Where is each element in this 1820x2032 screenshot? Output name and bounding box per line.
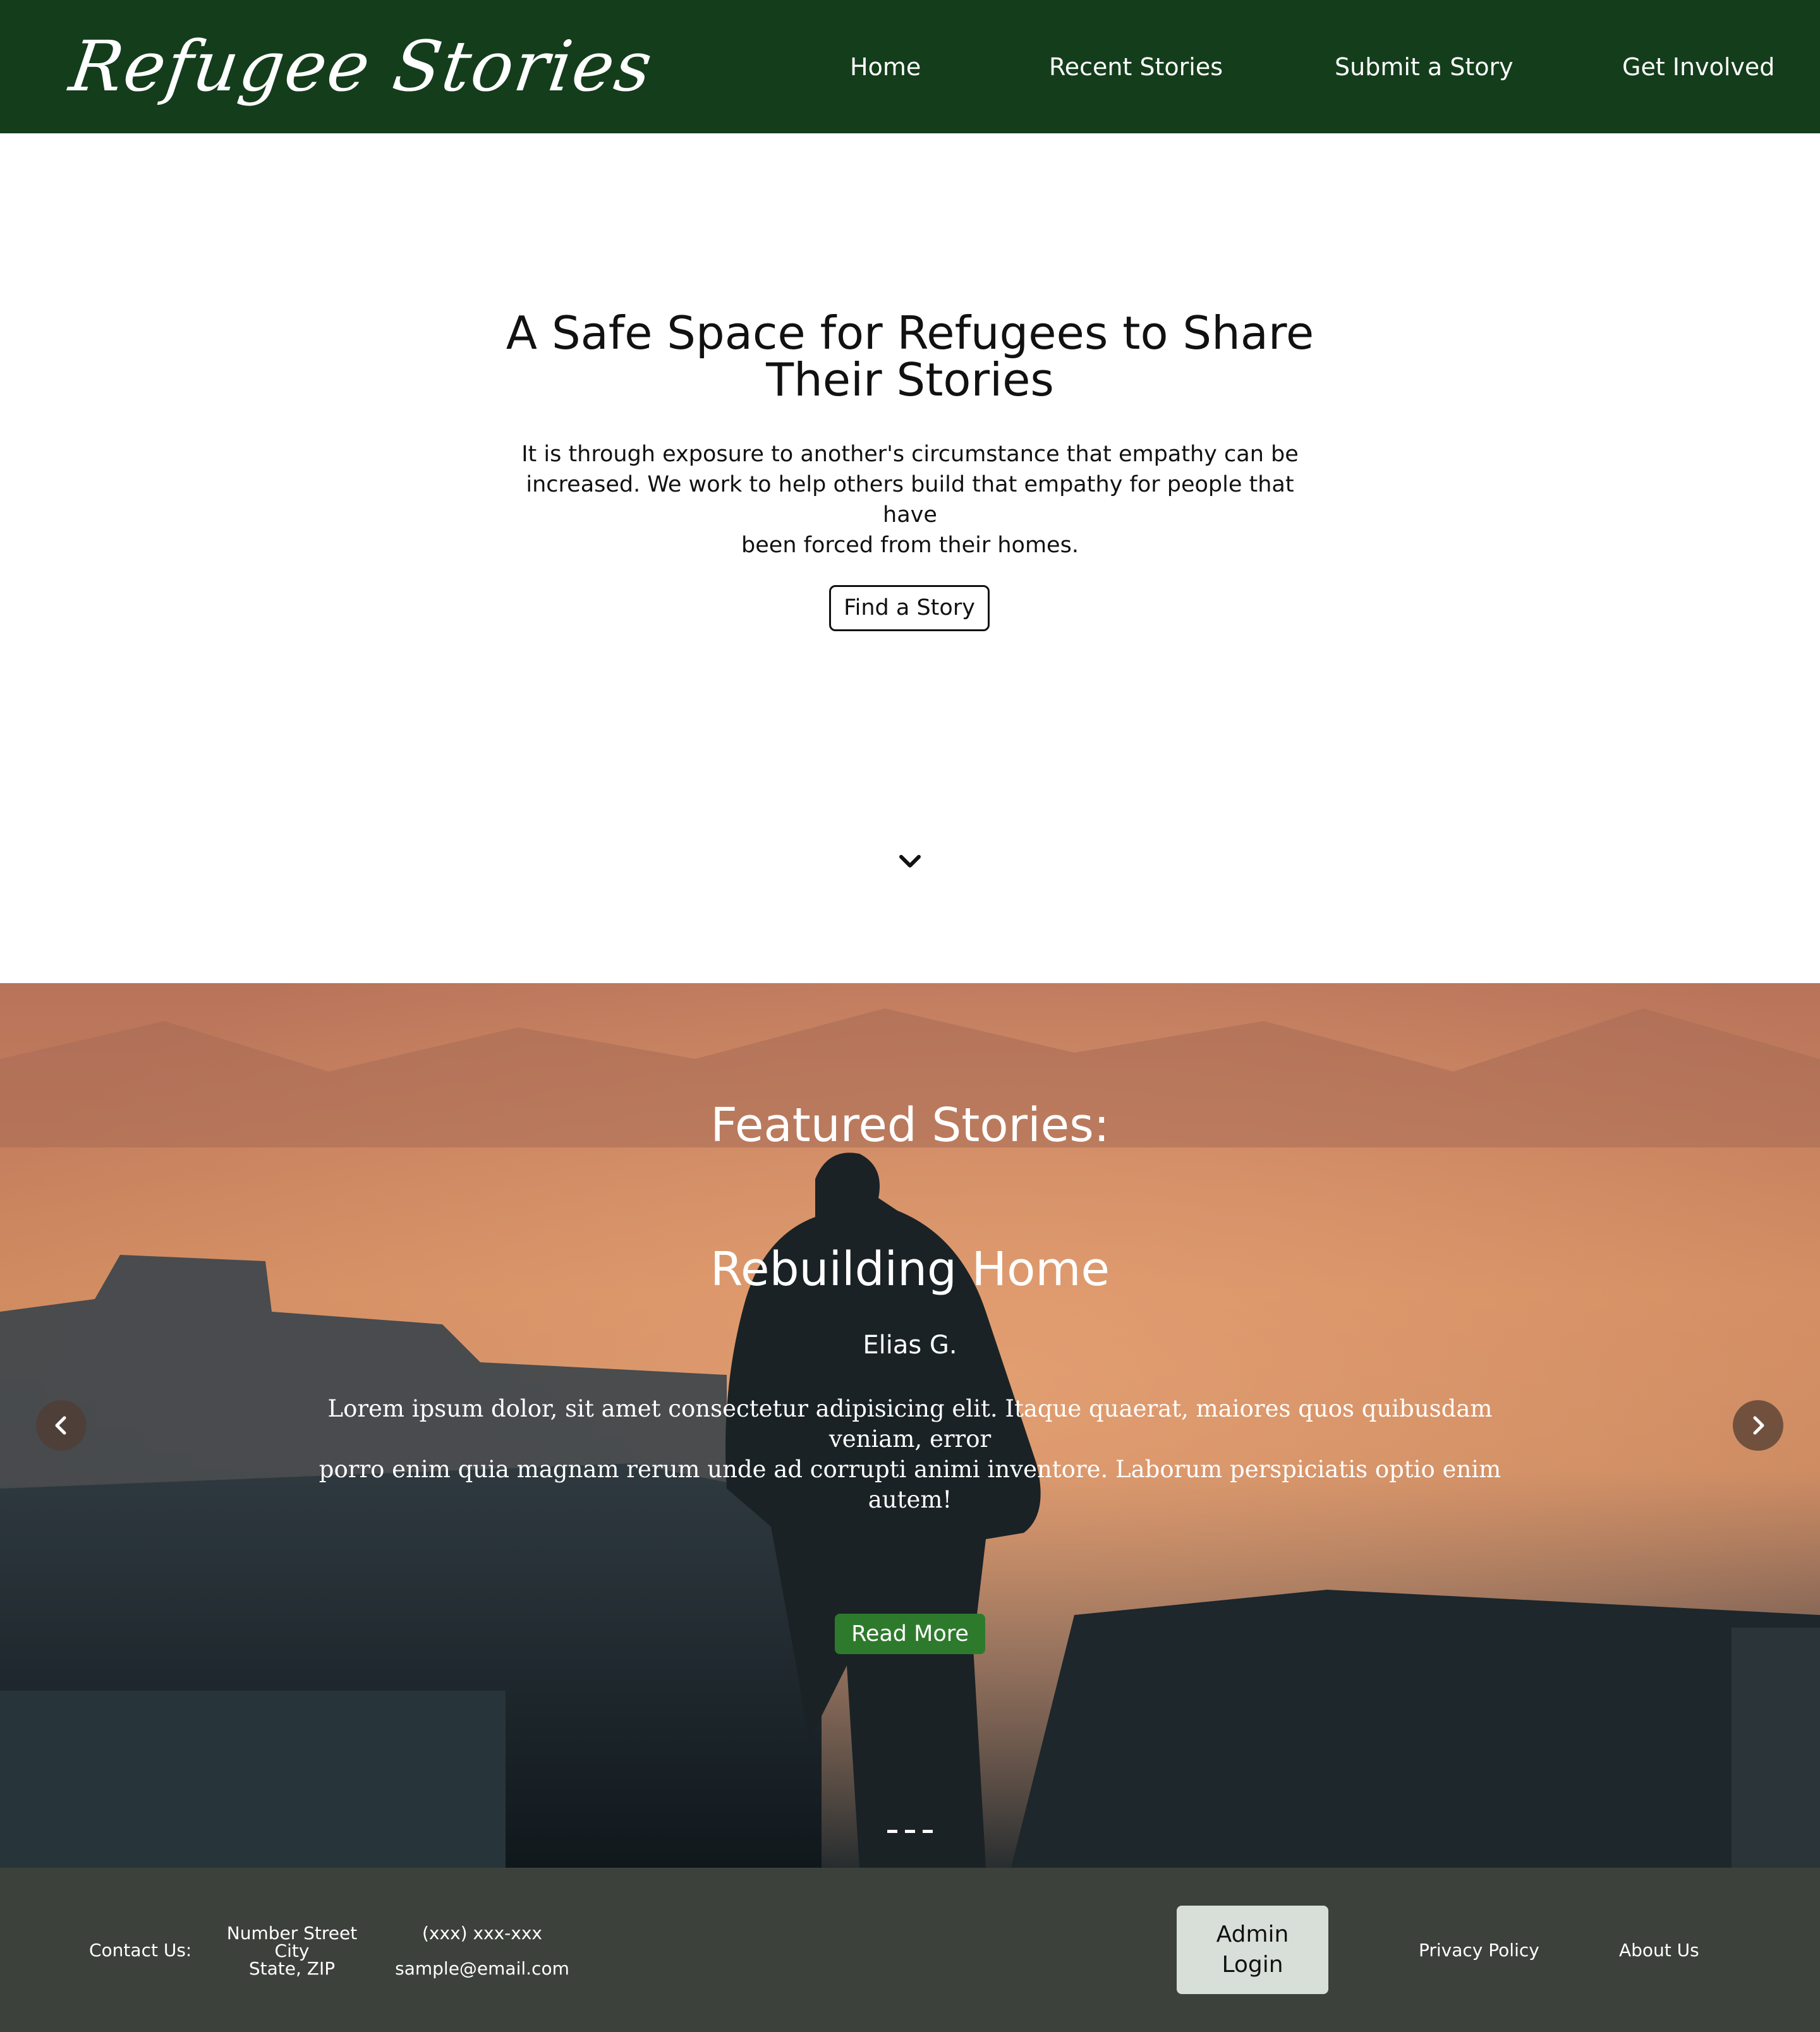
nav-recent-stories[interactable]: Recent Stories bbox=[1049, 44, 1223, 90]
nav-get-involved[interactable]: Get Involved bbox=[1622, 44, 1774, 90]
hero-description-line-1: It is through exposure to another's circ… bbox=[521, 442, 1299, 467]
site-header: Refugee Stories Home Recent Stories Subm… bbox=[0, 0, 1820, 133]
featured-heading: Featured Stories: bbox=[710, 1098, 1110, 1152]
carousel-prev-button[interactable] bbox=[36, 1400, 87, 1451]
hero-title-line-1: A Safe Space for Refugees to Share bbox=[506, 306, 1314, 360]
address-city: City bbox=[274, 1940, 310, 1961]
carousel-indicator[interactable] bbox=[905, 1830, 915, 1833]
read-more-button[interactable]: Read More bbox=[835, 1614, 985, 1654]
address-street: Number Street bbox=[226, 1923, 358, 1944]
carousel-next-button[interactable] bbox=[1733, 1400, 1783, 1451]
chevron-right-icon bbox=[1753, 1416, 1764, 1435]
featured-stories-section: Featured Stories: Rebuilding Home Elias … bbox=[0, 983, 1820, 1868]
hero-title: A Safe Space for Refugees to Share Their… bbox=[468, 310, 1352, 403]
story-excerpt: Lorem ipsum dolor, sit amet consectetur … bbox=[278, 1394, 1542, 1515]
footer-address: Number Street City State, ZIP bbox=[215, 1925, 369, 1978]
chevron-left-icon bbox=[55, 1416, 66, 1435]
hero-title-line-2: Their Stories bbox=[766, 353, 1054, 406]
hero-description: It is through exposure to another's circ… bbox=[518, 439, 1302, 560]
about-us-link[interactable]: About Us bbox=[1619, 1942, 1699, 1959]
admin-login-line-2: Login bbox=[1222, 1952, 1283, 1978]
chevron-down-icon[interactable] bbox=[897, 849, 923, 874]
admin-login-button[interactable]: Admin Login bbox=[1177, 1906, 1328, 1994]
story-excerpt-line-2: porro enim quia magnam rerum unde ad cor… bbox=[318, 1456, 1502, 1513]
story-title: Rebuilding Home bbox=[710, 1242, 1110, 1297]
footer-phone: (xxx) xxx-xxx bbox=[422, 1923, 542, 1944]
hero-description-line-2: increased. We work to help others build … bbox=[526, 472, 1294, 528]
footer-contact-details: (xxx) xxx-xxx sample@email.com bbox=[392, 1925, 573, 1978]
story-excerpt-line-1: Lorem ipsum dolor, sit amet consectetur … bbox=[327, 1395, 1493, 1453]
nav-submit-story[interactable]: Submit a Story bbox=[1335, 44, 1514, 90]
nav-home[interactable]: Home bbox=[850, 44, 921, 90]
find-story-button[interactable]: Find a Story bbox=[829, 585, 990, 631]
carousel-indicator[interactable] bbox=[923, 1830, 933, 1833]
site-logo[interactable]: Refugee Stories bbox=[63, 6, 661, 126]
address-state: State, ZIP bbox=[248, 1958, 336, 1979]
footer-contact-spacer bbox=[392, 1942, 573, 1960]
privacy-policy-link[interactable]: Privacy Policy bbox=[1419, 1942, 1539, 1959]
admin-login-line-1: Admin bbox=[1216, 1921, 1289, 1947]
hero-description-line-3: been forced from their homes. bbox=[741, 533, 1079, 558]
carousel-indicator[interactable] bbox=[887, 1830, 897, 1833]
footer-email[interactable]: sample@email.com bbox=[392, 1960, 573, 1978]
carousel-indicators bbox=[887, 1830, 933, 1836]
site-footer: Contact Us: Number Street City State, ZI… bbox=[0, 1868, 1820, 2032]
contact-label: Contact Us: bbox=[89, 1940, 192, 1961]
story-author: Elias G. bbox=[863, 1331, 957, 1360]
